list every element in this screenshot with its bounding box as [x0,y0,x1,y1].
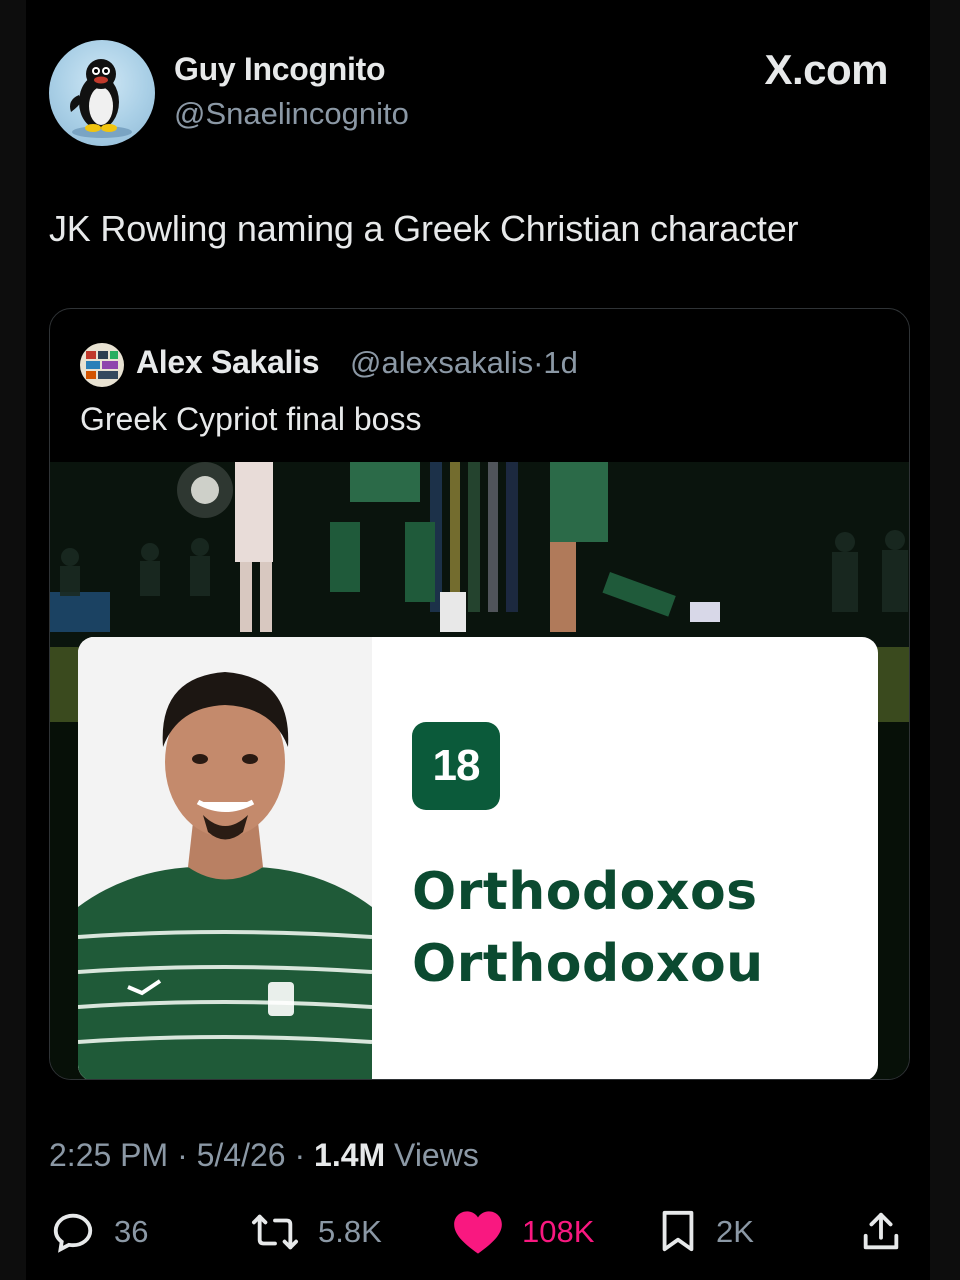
views-label: Views [394,1137,479,1173]
quoted-tweet-image[interactable]: 18 Orthodoxos Orthodoxou [50,462,909,1079]
like-count: 108K [522,1214,595,1249]
repost-count: 5.8K [318,1214,382,1249]
bookmark-count: 2K [716,1214,754,1249]
quoted-author-meta: @alexsakalis·1d [350,345,578,381]
share-icon [863,1212,899,1250]
right-border [930,0,960,1280]
author-name[interactable]: Guy Incognito [174,51,386,88]
repost-button[interactable]: 5.8K [250,1208,382,1256]
penguin-avatar-icon [70,59,132,138]
mosaic-avatar-icon [80,343,124,387]
meta-separator: · [177,1137,188,1173]
meta-separator: · [294,1137,306,1173]
repost-icon [252,1214,299,1250]
player-portrait-icon [78,637,372,1079]
author-handle[interactable]: @Snaelincognito [174,96,409,132]
brand-logo-text: X.com [764,46,888,93]
tweet-text: JK Rowling naming a Greek Christian char… [49,208,799,249]
share-button[interactable] [858,1208,904,1256]
player-first-name: Orthodoxos [412,862,758,922]
tweet-date[interactable]: 5/4/26 [197,1137,286,1173]
quoted-tweet-card[interactable]: Alex Sakalis @alexsakalis·1d Greek Cypri… [49,308,910,1080]
quoted-author-avatar[interactable] [80,343,124,387]
views-count: 1.4M [314,1137,386,1173]
jersey-number-badge: 18 [412,722,500,810]
quoted-tweet-text: Greek Cypriot final boss [80,401,422,437]
reply-count: 36 [114,1214,149,1249]
bookmark-icon [662,1210,694,1252]
reply-button[interactable]: 36 [50,1208,148,1256]
quoted-author-name[interactable]: Alex Sakalis [136,344,320,381]
player-card: 18 Orthodoxos Orthodoxou [78,637,878,1079]
player-last-name: Orthodoxou [412,934,764,994]
quoted-tweet-age: 1d [543,345,578,380]
tweet-time[interactable]: 2:25 PM [49,1137,168,1173]
like-button[interactable]: 108K [452,1208,594,1256]
tweet-screenshot: Guy Incognito @Snaelincognito X.com JK R… [0,0,960,1280]
author-avatar[interactable] [49,40,155,146]
bookmark-button[interactable]: 2K [658,1208,754,1256]
reply-icon [53,1213,93,1253]
quoted-author-handle[interactable]: @alexsakalis [350,345,533,380]
tweet-meta: 2:25 PM · 5/4/26 · 1.4M Views [49,1137,479,1174]
player-photo [78,637,372,1079]
left-border [0,0,26,1280]
like-icon [454,1211,502,1254]
meta-separator: · [533,345,544,380]
